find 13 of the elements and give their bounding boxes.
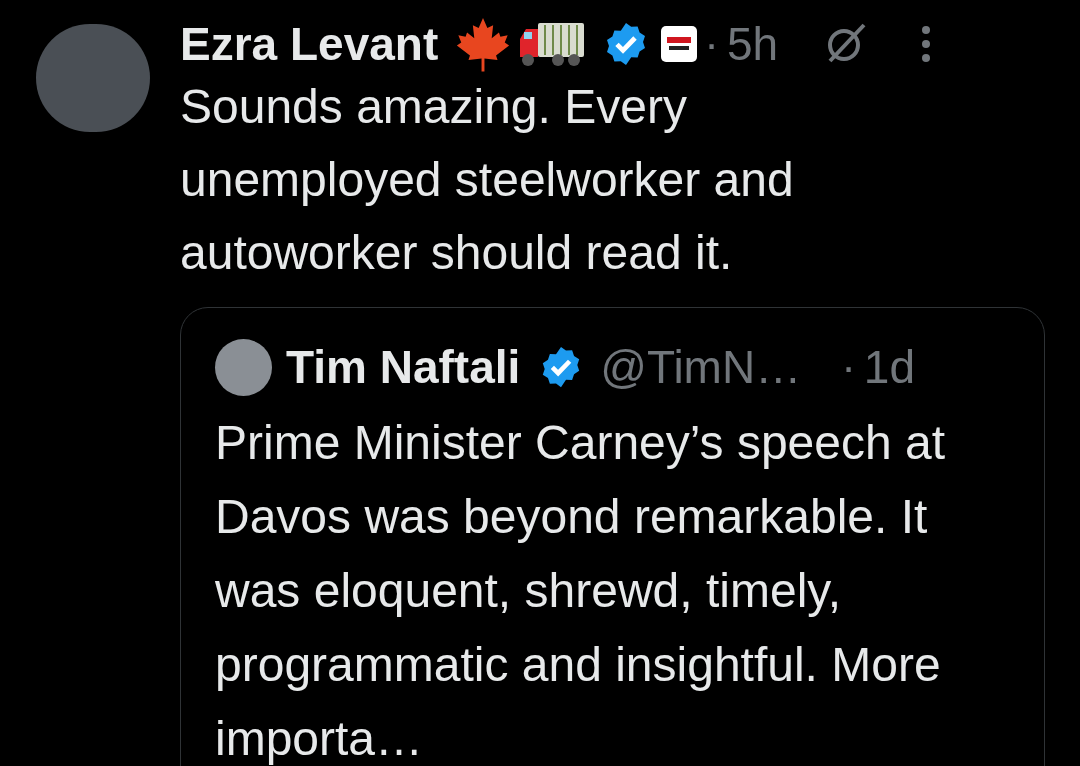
author-name[interactable]: Tim Naftali	[286, 344, 521, 390]
separator-dot: ·	[704, 18, 719, 70]
more-options-icon[interactable]	[920, 24, 933, 64]
news-badge-icon	[660, 25, 699, 63]
post-text: Sounds amazing. Every unemployed steelworker and autoworker should read it.	[180, 79, 795, 281]
author-name[interactable]: Ezra Levant	[180, 21, 439, 67]
post-time[interactable]: 1d	[863, 344, 915, 390]
separator-dot: ·	[841, 341, 856, 393]
post-time[interactable]: 5h	[726, 21, 779, 67]
avatar-photo-placeholder[interactable]	[215, 338, 272, 396]
quoted-post-card[interactable]: Tim Naftali @TimN… · 1d Prime Minister Carney’s speech at Davos was beyond remarkable. It was eloquent, shrewd, timely, programmatic and insightful. More importa…	[180, 307, 1045, 766]
author-handle[interactable]: @TimN…	[600, 344, 802, 390]
quoted-post-text: Prime Minister Carney’s speech at Davos was beyond remarkable. It was eloquent, shrewd, timely, programmatic and insightful. More importa…	[215, 415, 947, 766]
